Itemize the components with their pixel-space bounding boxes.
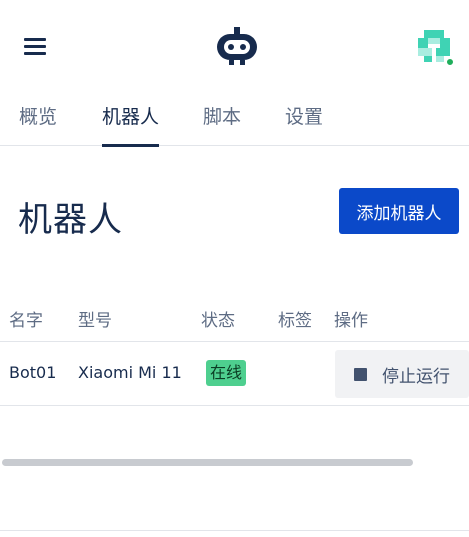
divider: [0, 530, 469, 531]
status-badge: 在线: [206, 360, 247, 386]
horizontal-scrollbar[interactable]: [2, 459, 413, 466]
page-title: 机器人: [18, 200, 123, 240]
tab-scripts[interactable]: 脚本: [203, 102, 241, 146]
tab-overview[interactable]: 概览: [19, 102, 57, 146]
column-header-status: 状态: [201, 311, 235, 331]
column-header-tags: 标签: [278, 311, 312, 331]
column-header-actions: 操作: [334, 311, 368, 331]
tab-robots[interactable]: 机器人: [102, 102, 160, 147]
tab-bar: 概览 机器人 脚本 设置: [0, 96, 469, 147]
online-status-dot: [446, 58, 454, 66]
stop-running-label: 停止运行: [382, 366, 450, 387]
add-robot-button[interactable]: 添加机器人: [339, 188, 459, 234]
table-row[interactable]: Bot01 Xiaomi Mi 11 在线 停止运行: [0, 342, 469, 406]
table-header: 名字 型号 状态 标签 操作: [0, 296, 469, 342]
tab-settings[interactable]: 设置: [285, 102, 323, 146]
column-header-model: 型号: [78, 311, 112, 331]
hamburger-menu-icon[interactable]: [24, 36, 48, 56]
robot-logo-icon: [217, 27, 257, 65]
cell-model: Xiaomi Mi 11: [78, 363, 182, 382]
robots-table: 名字 型号 状态 标签 操作 Bot01 Xiaomi Mi 11 在线 停止运…: [0, 296, 469, 406]
avatar[interactable]: [414, 26, 454, 66]
cell-name: Bot01: [9, 363, 57, 382]
top-bar: [0, 0, 469, 92]
stop-running-button[interactable]: 停止运行: [335, 350, 469, 398]
stop-square-icon: [354, 367, 367, 381]
column-header-name: 名字: [9, 311, 43, 331]
